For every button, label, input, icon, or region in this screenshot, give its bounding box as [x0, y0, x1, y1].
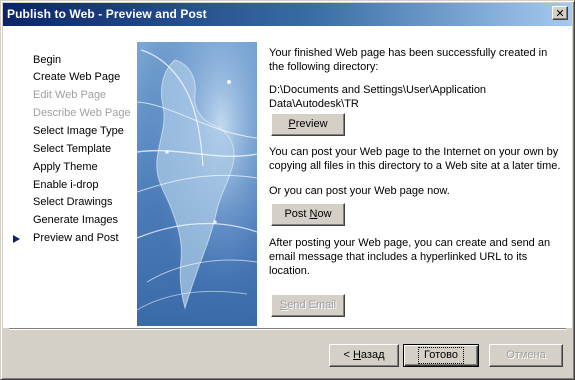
- wizard-steps-nav: Begin Create Web Page Edit Web Page Desc…: [3, 26, 137, 329]
- preview-button-label: review: [295, 118, 328, 130]
- nav-step-begin: Begin: [33, 54, 62, 66]
- separator-line: [9, 328, 566, 330]
- nav-step-select-image-type: Select Image Type: [33, 125, 124, 137]
- post-now-button-label: ow: [317, 208, 332, 220]
- post-later-message: You can post your Web page to the Intern…: [269, 146, 561, 172]
- post-now-button-prefix: Post: [284, 208, 310, 220]
- send-email-button[interactable]: Send Email: [271, 294, 345, 317]
- nav-step-select-template: Select Template: [33, 143, 112, 155]
- nav-step-generate-images: Generate Images: [33, 214, 118, 226]
- globe-banner-image: [137, 42, 257, 326]
- globe-illustration: [137, 42, 257, 326]
- preview-button-accel: P: [288, 118, 296, 130]
- nav-step-enable-i-drop: Enable i-drop: [33, 179, 99, 191]
- close-button[interactable]: ✕: [552, 6, 568, 20]
- back-button-prefix: <: [343, 349, 353, 361]
- post-now-prompt: Or you can post your Web page now.: [269, 185, 450, 197]
- close-icon: ✕: [555, 6, 565, 20]
- current-step-arrow-icon: [13, 235, 20, 243]
- finish-button[interactable]: Готово: [403, 344, 479, 367]
- output-directory-path: D:\Documents and Settings\User\Applicati…: [269, 84, 487, 110]
- finish-button-label: Готово: [418, 347, 464, 364]
- success-message: Your finished Web page has been successf…: [269, 47, 548, 73]
- back-button[interactable]: < Назад: [329, 344, 399, 367]
- nav-step-edit-web-page: Edit Web Page: [33, 89, 107, 101]
- back-button-accel: Н: [352, 349, 361, 361]
- button-bar: < Назад Готово Отмена: [3, 328, 572, 377]
- title-bar[interactable]: Publish to Web - Preview and Post ✕: [3, 3, 572, 26]
- cancel-button[interactable]: Отмена: [489, 344, 563, 367]
- nav-step-preview-and-post: Preview and Post: [33, 232, 119, 244]
- wizard-content: Begin Create Web Page Edit Web Page Desc…: [3, 26, 572, 377]
- email-message: After posting your Web page, you can cre…: [269, 237, 551, 277]
- send-email-button-label: end Email: [287, 299, 337, 311]
- post-now-button[interactable]: Post Now: [271, 203, 345, 226]
- nav-step-apply-theme: Apply Theme: [33, 161, 98, 173]
- window-title: Publish to Web - Preview and Post: [7, 7, 207, 21]
- nav-step-describe-web-page: Describe Web Page: [33, 107, 131, 119]
- nav-step-select-drawings: Select Drawings: [33, 196, 113, 208]
- preview-button[interactable]: Preview: [271, 113, 345, 136]
- nav-step-create-web-page: Create Web Page: [33, 71, 121, 83]
- back-button-label: азад: [360, 349, 385, 361]
- cancel-button-label: Отмена: [506, 349, 546, 361]
- publish-to-web-dialog: Publish to Web - Preview and Post ✕ Begi…: [0, 0, 575, 380]
